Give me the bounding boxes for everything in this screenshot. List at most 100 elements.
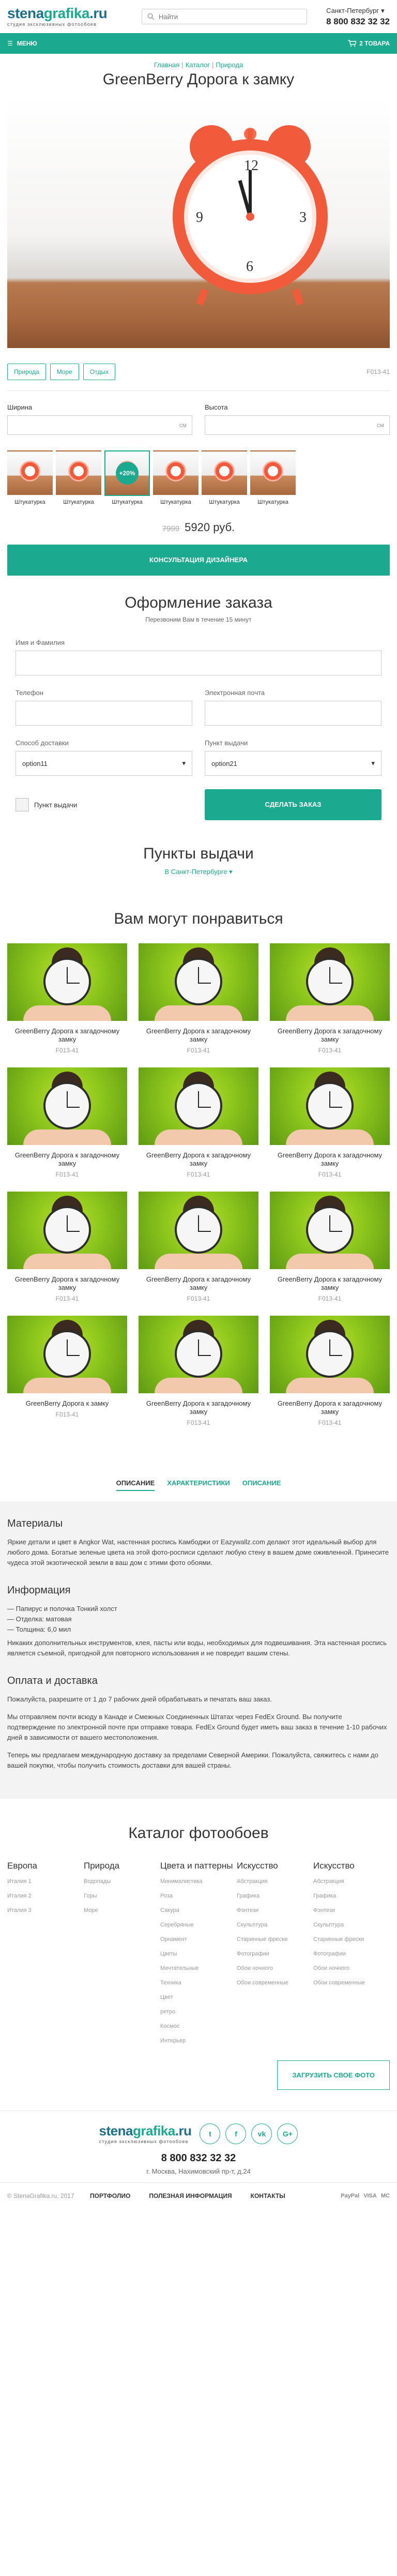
catalog-link[interactable]: Водопады [84,1878,160,1885]
product-image[interactable]: 12 3 6 9 [7,98,390,348]
pickup-point-select[interactable]: option21 ▾ [205,751,381,776]
catalog-link[interactable]: Италия 2 [7,1893,84,1899]
catalog-link[interactable]: Интерьер [160,2038,237,2044]
footer-link-portfolio[interactable]: ПОРТФОЛИО [90,2192,130,2200]
width-input[interactable]: см [7,415,192,435]
header-phone[interactable]: 8 800 832 32 32 [326,17,390,27]
texture-option[interactable]: Штукатурка [7,450,53,505]
product-card[interactable]: GreenBerry Дорога к загадочному замку F01… [7,1067,127,1178]
product-card[interactable]: GreenBerry Дорога к загадочному замку F01… [270,1316,390,1426]
upload-photo-button[interactable]: ЗАГРУЗИТЬ СВОЕ ФОТО [277,2060,390,2090]
tag-nature[interactable]: Природа [7,364,46,380]
catalog-link[interactable]: Абстракция [237,1878,313,1885]
catalog-column-title[interactable]: Европа [7,1861,84,1871]
footer-phone[interactable]: 8 800 832 32 32 [0,2152,397,2164]
catalog-link[interactable]: Цвет [160,1994,237,2000]
logo[interactable]: stenagrafika.ru студия эксклюзивных фото… [7,6,126,27]
catalog-link[interactable]: ретро [160,2009,237,2015]
catalog-link[interactable]: Скульптура [313,1922,390,1928]
product-name: GreenBerry Дорога к загадочному замку [14,1275,120,1291]
texture-option-selected[interactable]: +20% Штукатурка [104,450,150,505]
pickup-checkbox[interactable] [16,798,29,811]
product-card[interactable]: GreenBerry Дорога к загадочному замку F01… [270,943,390,1054]
tab-description[interactable]: ОПИСАНИЕ [116,1479,155,1491]
height-input[interactable]: см [205,415,390,435]
catalog-link[interactable]: Италия 3 [7,1907,84,1914]
catalog-link[interactable]: Италия 1 [7,1878,84,1885]
texture-option[interactable]: Штукатурка [153,450,198,505]
catalog-link[interactable]: Обои современные [313,1980,390,1986]
catalog-link[interactable]: Старинные фрески [237,1936,313,1942]
tag-rest[interactable]: Отдых [83,364,115,380]
product-card[interactable]: GreenBerry Дорога к замку F013-41 [7,1316,127,1426]
catalog-link[interactable]: Фэнтези [313,1907,390,1914]
catalog-link[interactable]: Графика [237,1893,313,1899]
name-field[interactable] [16,651,381,675]
email-field[interactable] [205,701,381,726]
catalog-link[interactable]: Фотографии [237,1951,313,1957]
catalog-link[interactable]: Серебряные [160,1922,237,1928]
catalog-link[interactable]: Море [84,1907,160,1914]
breadcrumb-catalog[interactable]: Каталог [186,61,210,69]
product-card[interactable]: GreenBerry Дорога к загадочному замку F01… [139,1067,258,1178]
texture-option[interactable]: Штукатурка [250,450,296,505]
product-card[interactable]: GreenBerry Дорога к загадочному замку F01… [139,943,258,1054]
product-card[interactable]: GreenBerry Дорога к загадочному замку F01… [7,943,127,1054]
search-input[interactable] [159,12,301,21]
catalog-link[interactable]: Сакура [160,1907,237,1914]
cart-icon [348,40,357,47]
catalog-link[interactable]: Техника [160,1980,237,1986]
name-label: Имя и Фамилия [16,639,65,646]
menu-button[interactable]: ☰ МЕНЮ [7,40,37,47]
catalog-column-title[interactable]: Цвета и паттерны [160,1861,237,1871]
footer-link-contacts[interactable]: КОНТАКТЫ [251,2192,285,2200]
catalog-column-title[interactable]: Искусство [237,1861,313,1871]
tag-sea[interactable]: Море [50,364,79,380]
footer-logo[interactable]: stenagrafika.ru студия эксклюзивных фото… [99,2123,192,2144]
twitter-icon[interactable]: t [200,2123,221,2144]
catalog-link[interactable]: Мечтательные [160,1965,237,1971]
pickup-city-selector[interactable]: В Санкт-Петербурге ▾ [0,868,397,876]
product-card[interactable]: GreenBerry Дорога к загадочному замку F01… [139,1316,258,1426]
product-card[interactable]: GreenBerry Дорога к загадочному замку F01… [139,1192,258,1302]
facebook-icon[interactable]: f [225,2123,247,2144]
product-thumbnail [139,1316,258,1393]
delivery-select[interactable]: option11 ▾ [16,751,192,776]
catalog-link[interactable]: Графика [313,1893,390,1899]
catalog-link[interactable]: Обои современные [237,1980,313,1986]
texture-option[interactable]: Штукатурка [202,450,247,505]
catalog-column-title[interactable]: Природа [84,1861,160,1871]
product-card[interactable]: GreenBerry Дорога к загадочному замку F01… [270,1192,390,1302]
google-plus-icon[interactable]: G+ [277,2123,298,2144]
catalog-link[interactable]: Цветы [160,1951,237,1957]
catalog-link[interactable]: Роза [160,1893,237,1899]
product-card[interactable]: GreenBerry Дорога к загадочному замку F01… [270,1067,390,1178]
texture-option[interactable]: Штукатурка [56,450,101,505]
cart-button[interactable]: 2 ТОВАРА [348,40,390,47]
catalog-column-title[interactable]: Искусство [313,1861,390,1871]
catalog-link[interactable]: Обои ночного [313,1965,390,1971]
catalog-link[interactable]: Минималистика [160,1878,237,1885]
catalog-link[interactable]: Горы [84,1893,160,1899]
product-card[interactable]: GreenBerry Дорога к загадочному замку F01… [7,1192,127,1302]
vk-icon[interactable]: vk [251,2123,272,2144]
catalog-link[interactable]: Абстракция [313,1878,390,1885]
tab-description-2[interactable]: ОПИСАНИЕ [242,1479,281,1491]
catalog-link[interactable]: Обои ночного [237,1965,313,1971]
city-selector[interactable]: Санкт-Петербург ▾ [326,7,390,15]
search-box[interactable] [142,9,307,24]
footer-link-info[interactable]: ПОЛЕЗНАЯ ИНФОРМАЦИЯ [149,2192,232,2200]
consult-designer-button[interactable]: КОНСУЛЬТАЦИЯ ДИЗАЙНЕРА [7,545,390,576]
catalog-link[interactable]: Космос [160,2023,237,2029]
catalog-link[interactable]: Фотографии [313,1951,390,1957]
tab-characteristics[interactable]: ХАРАКТЕРИСТИКИ [167,1479,230,1491]
phone-field[interactable] [16,701,192,726]
breadcrumb-nature[interactable]: Природа [216,61,243,69]
submit-order-button[interactable]: СДЕЛАТЬ ЗАКАЗ [205,789,381,820]
catalog-link[interactable]: Фэнтези [237,1907,313,1914]
breadcrumb-home[interactable]: Главная [154,61,179,69]
catalog-link[interactable]: Орнамент [160,1936,237,1942]
texture-label: Штукатурка [209,499,240,505]
catalog-link[interactable]: Старинные фрески [313,1936,390,1942]
catalog-link[interactable]: Скульптура [237,1922,313,1928]
